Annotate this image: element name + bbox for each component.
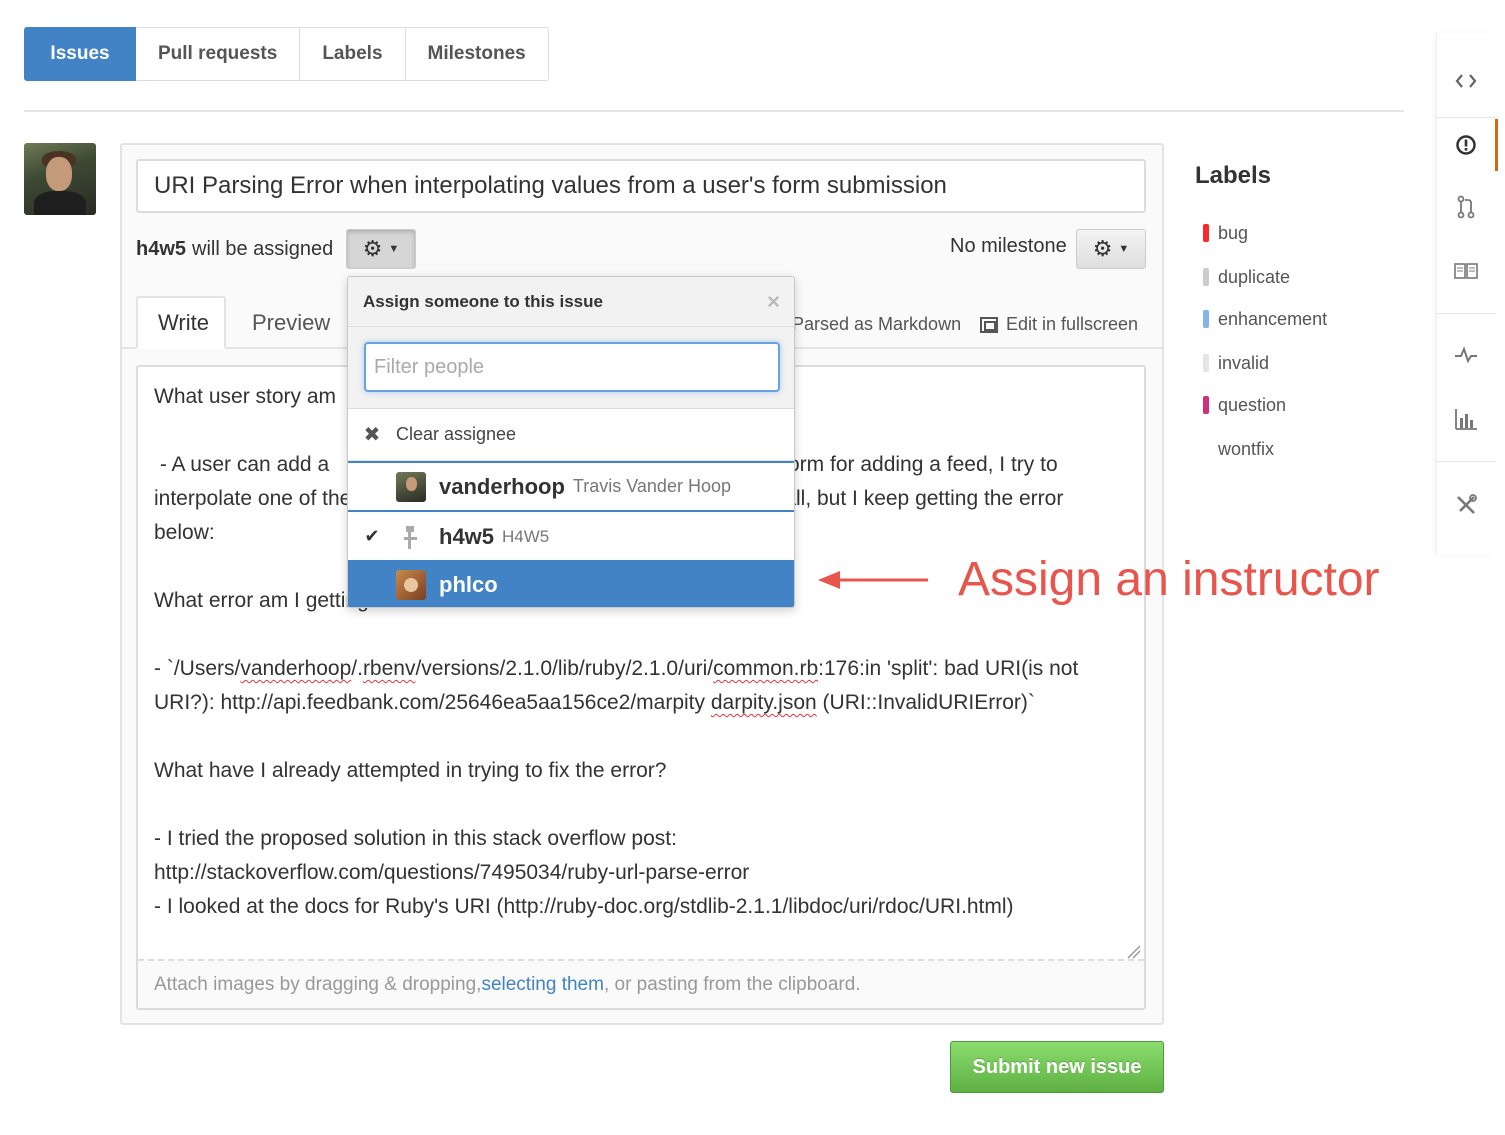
- labels-heading: Labels: [1195, 162, 1272, 189]
- assignee-status: h4w5 will be assigned: [136, 235, 333, 263]
- avatar: [396, 569, 426, 600]
- filter-people-input[interactable]: [364, 342, 780, 392]
- assignee-gear-button[interactable]: ⚙ ▼: [346, 229, 416, 269]
- tab-milestones[interactable]: Milestones: [405, 27, 549, 81]
- label-color-swatch: [1203, 310, 1209, 328]
- annotation-text: Assign an instructor: [958, 553, 1380, 606]
- attach-images-bar[interactable]: Attach images by dragging & dropping, se…: [138, 959, 1144, 1008]
- select-files-link[interactable]: selecting them: [481, 974, 604, 996]
- option-fullname: H4W5: [502, 526, 550, 546]
- x-icon: ✖: [363, 424, 381, 446]
- tab-issues[interactable]: Issues: [24, 27, 136, 81]
- label-question[interactable]: question: [1203, 391, 1286, 419]
- label-name: invalid: [1218, 352, 1270, 373]
- avatar: [396, 471, 426, 502]
- label-wontfix[interactable]: wontfix: [1203, 435, 1274, 463]
- repo-nav: [1436, 33, 1498, 555]
- filter-wrapper: [348, 327, 794, 409]
- assignee-option-h4w5[interactable]: ✔ h4w5 H4W5: [348, 512, 794, 562]
- label-enhancement[interactable]: enhancement: [1203, 305, 1327, 333]
- option-username: vanderhoop: [439, 473, 565, 499]
- assignee-dropdown: Assign someone to this issue × ✖ Clear a…: [347, 276, 795, 608]
- gear-icon: ⚙: [362, 236, 383, 261]
- code-icon[interactable]: [1437, 55, 1495, 107]
- assignee-option-phlco[interactable]: phlco: [348, 560, 794, 607]
- body-line: What have I already attempted in trying …: [154, 759, 667, 782]
- body-line: - I tried the proposed solution in this …: [154, 827, 677, 850]
- label-name: wontfix: [1218, 438, 1275, 459]
- dropdown-header: Assign someone to this issue ×: [348, 277, 794, 327]
- label-invalid[interactable]: invalid: [1203, 349, 1269, 377]
- body-line: - I looked at the docs for Ruby's URI (h…: [154, 895, 1014, 918]
- tab-labels[interactable]: Labels: [300, 27, 406, 81]
- wiki-icon[interactable]: [1437, 245, 1495, 297]
- assignee-option-vanderhoop[interactable]: vanderhoop Travis Vander Hoop: [348, 461, 794, 512]
- label-duplicate[interactable]: duplicate: [1203, 263, 1290, 291]
- close-icon[interactable]: ×: [767, 289, 780, 315]
- author-avatar[interactable]: [24, 143, 96, 215]
- submit-issue-button[interactable]: Submit new issue: [950, 1041, 1164, 1093]
- tab-write[interactable]: Write: [136, 296, 226, 349]
- option-fullname: Travis Vander Hoop: [572, 476, 731, 496]
- label-name: bug: [1218, 222, 1249, 243]
- body-line: http://stackoverflow.com/questions/74950…: [154, 861, 750, 884]
- issues-tab-bar: Issues Pull requests Labels Milestones: [24, 27, 549, 81]
- resize-grip-icon[interactable]: [1124, 942, 1142, 960]
- graphs-icon[interactable]: [1437, 393, 1495, 445]
- gear-icon: ⚙: [1092, 236, 1113, 261]
- divider: [24, 110, 1404, 112]
- label-name: enhancement: [1218, 308, 1328, 329]
- attach-text-end: , or pasting from the clipboard.: [603, 973, 861, 995]
- caret-down-icon: ▼: [388, 243, 400, 255]
- pulse-icon[interactable]: [1437, 329, 1495, 381]
- checkmark-icon: ✔: [364, 526, 380, 546]
- attach-text: Attach images by dragging & dropping,: [154, 973, 482, 995]
- settings-icon[interactable]: [1437, 479, 1495, 531]
- tab-pull-requests[interactable]: Pull requests: [136, 27, 301, 81]
- annotation-arrow: [818, 571, 928, 589]
- caret-down-icon: ▼: [1118, 243, 1130, 255]
- assignee-status-text: will be assigned: [192, 237, 334, 260]
- clear-assignee-item[interactable]: ✖ Clear assignee: [348, 409, 794, 461]
- fullscreen-icon: [980, 316, 998, 333]
- milestone-gear-button[interactable]: ⚙ ▼: [1076, 229, 1146, 269]
- tab-preview[interactable]: Preview: [232, 296, 350, 349]
- assignee-username: h4w5: [136, 237, 187, 260]
- body-line: - `/Users/vanderhoop/.rbenv/versions/2.1…: [154, 657, 1079, 680]
- label-name: question: [1218, 394, 1287, 415]
- fullscreen-button[interactable]: Edit in fullscreen: [980, 314, 1138, 335]
- avatar: [396, 521, 426, 552]
- label-bug[interactable]: bug: [1203, 219, 1248, 247]
- option-username: h4w5: [439, 523, 495, 549]
- milestone-status: No milestone: [950, 235, 1067, 257]
- body-line: URI?): http://api.feedbank.com/25646ea5a…: [154, 691, 1035, 714]
- label-color-swatch: [1203, 268, 1209, 286]
- markdown-note[interactable]: Parsed as Markdown: [792, 314, 961, 335]
- label-color-swatch: [1203, 440, 1209, 458]
- dropdown-title: Assign someone to this issue: [363, 291, 603, 311]
- label-color-swatch: [1203, 396, 1209, 414]
- issues-icon[interactable]: [1437, 119, 1498, 171]
- label-name: duplicate: [1218, 266, 1291, 287]
- clear-assignee-label: Clear assignee: [396, 424, 517, 444]
- fullscreen-label: Edit in fullscreen: [1006, 314, 1139, 334]
- option-username: phlco: [439, 571, 498, 597]
- label-color-swatch: [1203, 224, 1209, 242]
- pull-requests-icon[interactable]: [1437, 181, 1495, 233]
- label-color-swatch: [1203, 354, 1209, 372]
- issue-title-input[interactable]: URI Parsing Error when interpolating val…: [136, 159, 1146, 213]
